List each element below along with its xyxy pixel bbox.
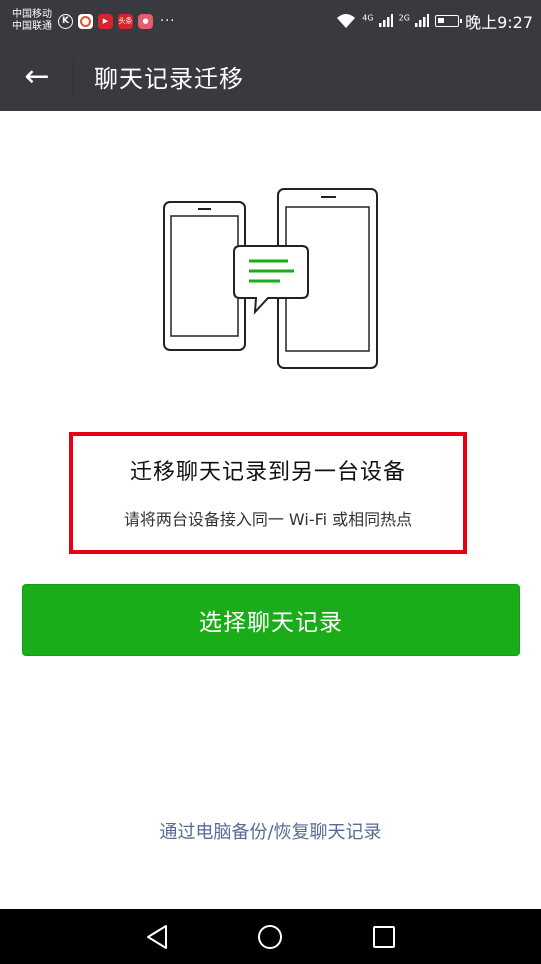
carrier-1: 中国移动 bbox=[12, 9, 52, 20]
transfer-heading: 迁移聊天记录到另一台设备 bbox=[129, 460, 406, 485]
square-recents-icon bbox=[373, 925, 396, 948]
carrier-info: 中国移动 中国联通 bbox=[12, 9, 52, 33]
more-notifications: ··· bbox=[160, 13, 176, 29]
device-transfer-illustration bbox=[163, 188, 378, 369]
notification-icons: K ▶ 头条 ● ··· bbox=[58, 13, 176, 29]
k-app-icon: K bbox=[58, 13, 73, 29]
system-navigation-bar bbox=[0, 909, 541, 964]
title-bar: ← 聊天记录迁移 bbox=[0, 42, 541, 111]
circle-home-icon bbox=[258, 924, 283, 949]
phone-left-icon bbox=[163, 201, 246, 351]
nav-back-button[interactable] bbox=[137, 917, 177, 957]
carrier-2: 中国联通 bbox=[12, 21, 52, 32]
status-right: 4G 2G 晚上9:27 bbox=[336, 9, 533, 33]
video-icon: ▶ bbox=[98, 13, 113, 29]
nav-recents-button[interactable] bbox=[364, 917, 404, 957]
back-button[interactable]: ← bbox=[0, 42, 74, 111]
highlighted-instructions: 迁移聊天记录到另一台设备 请将两台设备接入同一 Wi-Fi 或相同热点 bbox=[69, 432, 467, 554]
status-bar: 中国移动 中国联通 K ▶ 头条 ● ··· 4G 2G 晚上9:27 bbox=[0, 0, 541, 42]
signal-4g-icon: 4G bbox=[362, 12, 393, 31]
select-chat-records-button[interactable]: 选择聊天记录 bbox=[22, 584, 520, 656]
browser-icon bbox=[78, 13, 93, 29]
page-title: 聊天记录迁移 bbox=[94, 65, 244, 93]
transfer-subheading: 请将两台设备接入同一 Wi-Fi 或相同热点 bbox=[123, 510, 413, 529]
red-app-icon: ● bbox=[138, 13, 153, 29]
battery-icon bbox=[435, 15, 463, 27]
signal-2g-icon: 2G bbox=[399, 12, 430, 31]
toutiao-icon: 头条 bbox=[118, 13, 133, 29]
back-arrow-icon: ← bbox=[24, 59, 50, 94]
triangle-back-icon bbox=[146, 924, 167, 949]
clock: 晚上9:27 bbox=[465, 13, 533, 32]
nav-home-button[interactable] bbox=[250, 917, 290, 957]
wifi-icon bbox=[337, 14, 356, 28]
pc-backup-restore-link[interactable]: 通过电脑备份/恢复聊天记录 bbox=[0, 818, 541, 844]
